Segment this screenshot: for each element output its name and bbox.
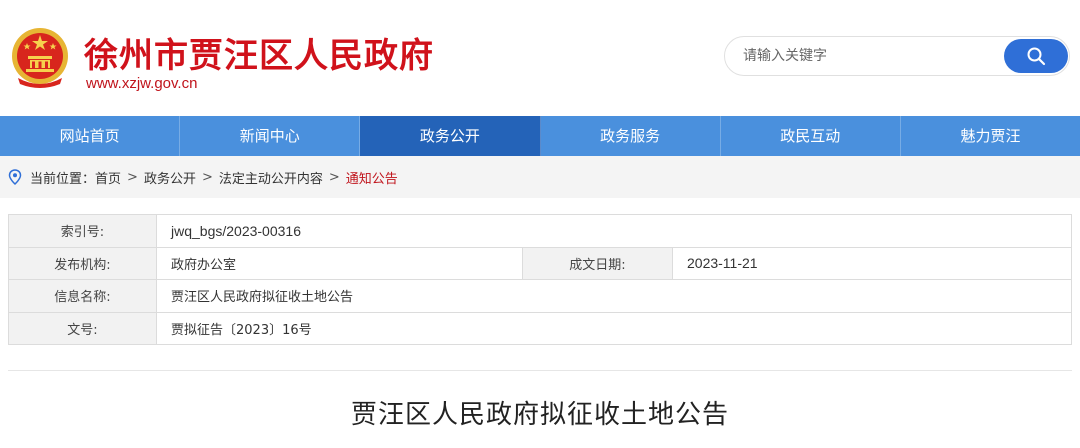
info-name-value: 贾汪区人民政府拟征收土地公告 <box>156 279 1072 313</box>
table-row: 文号: 贾拟征告〔2023〕16号 <box>8 311 1072 345</box>
search-icon <box>1027 47 1046 66</box>
national-emblem-icon[interactable] <box>10 26 70 88</box>
divider <box>8 370 1072 371</box>
site-title[interactable]: 徐州市贾汪区人民政府 <box>84 28 434 77</box>
doc-number-label: 文号: <box>8 311 157 345</box>
search-input[interactable] <box>725 37 997 75</box>
breadcrumb-home[interactable]: 首页 <box>95 168 121 187</box>
nav-item-home[interactable]: 网站首页 <box>0 116 181 156</box>
date-value: 2023-11-21 <box>672 246 1072 280</box>
table-row: 信息名称: 贾汪区人民政府拟征收土地公告 <box>8 279 1072 313</box>
publisher-label: 发布机构: <box>8 246 157 280</box>
search-box <box>724 36 1070 76</box>
document-info-table: 索引号: jwq_bgs/2023-00316 发布机构: 政府办公室 成文日期… <box>8 214 1072 345</box>
article-title: 贾汪区人民政府拟征收土地公告 <box>350 400 729 430</box>
breadcrumb-separator: > <box>127 169 138 185</box>
doc-number-value: 贾拟征告〔2023〕16号 <box>156 311 1072 345</box>
nav-item-interaction[interactable]: 政民互动 <box>721 116 901 156</box>
site-header: 徐州市贾汪区人民政府 www.xzjw.gov.cn <box>0 0 1080 116</box>
breadcrumb-statutory-content[interactable]: 法定主动公开内容 <box>219 168 323 187</box>
breadcrumb-separator: > <box>328 169 340 185</box>
index-label: 索引号: <box>8 214 157 248</box>
info-name-label: 信息名称: <box>8 279 157 313</box>
breadcrumb-prefix: 当前位置： <box>30 171 96 187</box>
nav-item-charm-jiawang[interactable]: 魅力贾汪 <box>901 116 1080 156</box>
breadcrumb: 当前位置： 首页 > 政务公开 > 法定主动公开内容 > 通知公告 <box>0 156 1080 198</box>
search-button[interactable] <box>1004 39 1068 73</box>
index-value: jwq_bgs/2023-00316 <box>156 214 1072 248</box>
breadcrumb-separator: > <box>201 169 213 185</box>
table-row: 发布机构: 政府办公室 成文日期: 2023-11-21 <box>8 246 1072 280</box>
site-url[interactable]: www.xzjw.gov.cn <box>86 75 197 92</box>
table-row: 索引号: jwq_bgs/2023-00316 <box>8 214 1072 248</box>
main-nav: 网站首页 新闻中心 政务公开 政务服务 政民互动 魅力贾汪 <box>0 116 1080 156</box>
breadcrumb-notices[interactable]: 通知公告 <box>346 168 398 187</box>
date-label: 成文日期: <box>522 246 673 280</box>
nav-item-gov-services[interactable]: 政务服务 <box>541 116 721 156</box>
location-pin-icon <box>8 169 22 185</box>
nav-item-gov-affairs-open[interactable]: 政务公开 <box>360 116 541 156</box>
publisher-value: 政府办公室 <box>156 246 523 280</box>
nav-item-news[interactable]: 新闻中心 <box>180 116 361 156</box>
breadcrumb-gov-affairs[interactable]: 政务公开 <box>144 168 196 187</box>
